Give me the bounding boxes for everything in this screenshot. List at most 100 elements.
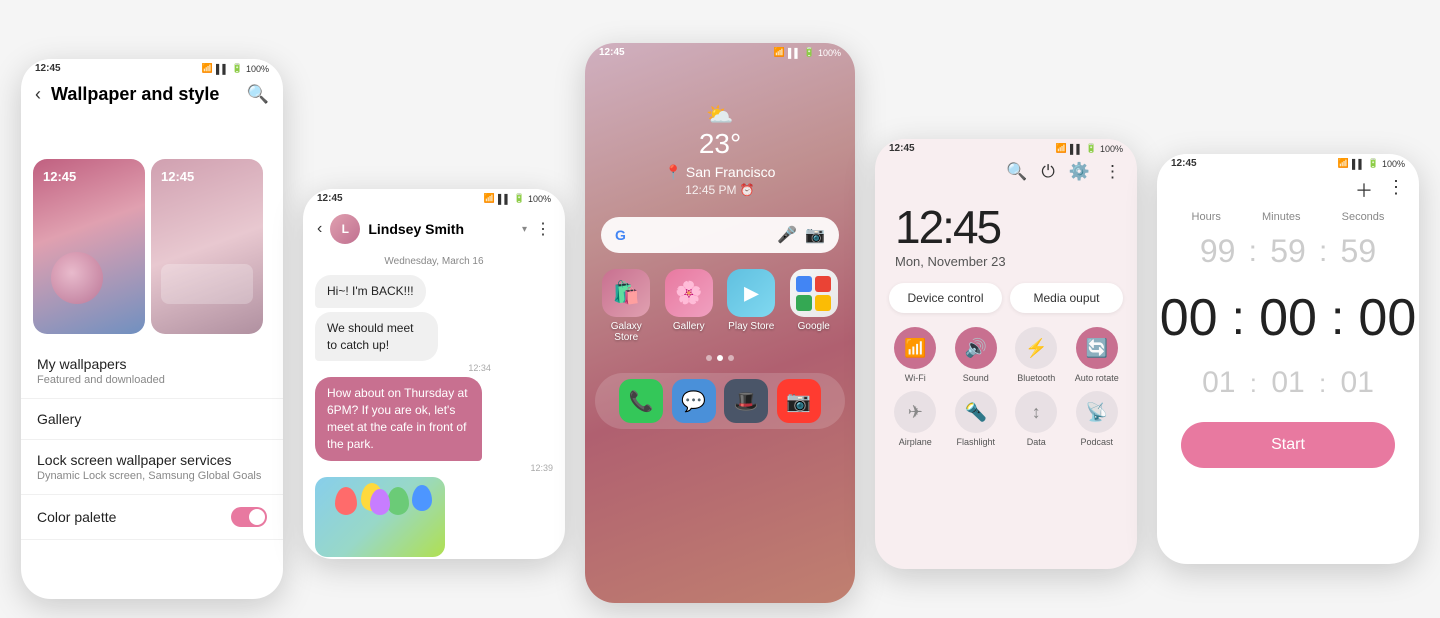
bubble-text-2: How about on Thursday at 6PM? If you are… [327, 386, 468, 450]
battery-text-4: 100% [1100, 144, 1123, 154]
dock-messages[interactable]: 💬 [672, 379, 716, 423]
dock-camera[interactable]: 📷 [777, 379, 821, 423]
app-grid: 🛍️ Galaxy Store 🌸 Gallery ▶ Play Store G… [585, 269, 855, 343]
timer-bottom-colon-2: : [1319, 368, 1326, 399]
app-play-store[interactable]: ▶ Play Store [724, 269, 779, 343]
wifi-icon-2: 📶 [484, 193, 495, 204]
battery-icon-2: 🔋 [514, 193, 525, 204]
qs-tile-podcast[interactable]: 📡 Podcast [1071, 391, 1124, 447]
dock-phone[interactable]: 📞 [619, 379, 663, 423]
more-options-button[interactable]: ⋮ [535, 219, 551, 239]
settings-qs-icon[interactable]: ⚙️ [1069, 162, 1090, 182]
contact-name: Lindsey Smith [368, 221, 514, 237]
thumb-time-1: 12:45 [43, 169, 76, 184]
back-button-1[interactable]: ‹ [35, 84, 41, 105]
wifi-icon-4: 📶 [1056, 143, 1067, 154]
search-bar[interactable]: G 🎤 📷 [601, 217, 839, 253]
thumb-bar [161, 264, 253, 304]
battery-icon-5: 🔋 [1368, 158, 1379, 169]
data-tile-label: Data [1027, 437, 1046, 447]
search-button-1[interactable]: 🔍 [247, 84, 269, 105]
search-qs-icon[interactable]: 🔍 [1006, 162, 1027, 182]
message-3 [303, 475, 565, 559]
timer-bottom-numbers: 01 : 01 : 01 [1157, 360, 1419, 406]
dock: 📞 💬 🎩 📷 [595, 373, 845, 429]
phone-messages: 12:45 📶 ▌▌ 🔋 100% ‹ L Lindsey Smith ▾ ⋮ … [303, 189, 565, 559]
more-qs-icon[interactable]: ⋮ [1104, 162, 1121, 182]
dock-slauncher[interactable]: 🎩 [724, 379, 768, 423]
menu-item-mywallpapers[interactable]: My wallpapers Featured and downloaded [21, 344, 283, 399]
qs-tile-autorotate[interactable]: 🔄 Auto rotate [1071, 327, 1124, 383]
bubble-1: We should meet to catch up! [315, 312, 438, 362]
timer-labels: Hours Minutes Seconds [1157, 207, 1419, 227]
color-palette-toggle[interactable] [231, 507, 267, 527]
more-timer-button[interactable]: ⋮ [1387, 177, 1405, 203]
google-tile-4 [815, 295, 831, 311]
wifi-icon: 📶 [202, 63, 213, 74]
menu-item-lockscreen[interactable]: Lock screen wallpaper services Dynamic L… [21, 440, 283, 495]
status-icons-5: 📶 ▌▌ 🔋 100% [1338, 158, 1405, 169]
menu-sub-2: Dynamic Lock screen, Samsung Global Goal… [37, 470, 267, 482]
battery-icon: 🔋 [232, 63, 243, 74]
dot-3 [728, 355, 734, 361]
weather-temp: 23° [585, 128, 855, 160]
timer-bottom-minutes: 01 [1263, 366, 1313, 400]
qs-tile-airplane[interactable]: ✈ Airplane [889, 391, 942, 447]
timer-main-seconds: 00 [1352, 288, 1419, 348]
status-bar-2: 12:45 📶 ▌▌ 🔋 100% [303, 189, 565, 208]
back-button-2[interactable]: ‹ [317, 220, 322, 238]
add-timer-button[interactable]: ＋ [1355, 177, 1373, 203]
chevron-down-icon: ▾ [522, 224, 527, 235]
airplane-tile-icon: ✈ [894, 391, 936, 433]
timer-main-hours: 00 [1157, 288, 1224, 348]
menu-sub-0: Featured and downloaded [37, 374, 267, 386]
power-qs-icon[interactable]: ⏻ [1041, 162, 1054, 182]
signal-icon-5: ▌▌ [1352, 159, 1365, 169]
timer-top-hours: 99 [1193, 233, 1243, 270]
media-output-button[interactable]: Media ouput [1010, 283, 1123, 313]
menu-item-row-3: Color palette [37, 507, 267, 527]
menu-item-gallery[interactable]: Gallery [21, 399, 283, 440]
timer-bottom-seconds: 01 [1332, 366, 1382, 400]
status-time-5: 12:45 [1171, 158, 1197, 169]
timer-colon-2: : [1319, 235, 1327, 269]
start-button[interactable]: Start [1181, 422, 1395, 468]
wallpaper-thumb-2[interactable]: 12:45 [151, 159, 263, 334]
clock-date: Mon, November 23 [895, 254, 1117, 269]
bluetooth-tile-label: Bluetooth [1017, 373, 1055, 383]
menu-item-colorpalette[interactable]: Color palette [21, 495, 283, 540]
flashlight-tile-icon: 🔦 [955, 391, 997, 433]
sound-tile-icon: 🔊 [955, 327, 997, 369]
qs-tile-data[interactable]: ↕ Data [1010, 391, 1063, 447]
hours-label: Hours [1192, 211, 1221, 223]
app-google[interactable]: Google [787, 269, 842, 343]
app-galaxy-store[interactable]: 🛍️ Galaxy Store [599, 269, 654, 343]
status-icons-4: 📶 ▌▌ 🔋 100% [1056, 143, 1123, 154]
timer-top-minutes: 59 [1263, 233, 1313, 270]
bubble-text-0: Hi~! I'm BACK!!! [327, 284, 414, 298]
thumb-time-2: 12:45 [161, 169, 194, 184]
bubble-0: Hi~! I'm BACK!!! [315, 275, 426, 308]
status-bar-1: 12:45 📶 ▌▌ 🔋 100% [21, 59, 283, 78]
messages-header: ‹ L Lindsey Smith ▾ ⋮ [303, 208, 565, 250]
clock-display: 12:45 Mon, November 23 [875, 190, 1137, 275]
microphone-icon[interactable]: 🎤 [777, 225, 797, 245]
battery-icon-3: 🔋 [804, 47, 815, 58]
phone-quicksettings: 12:45 📶 ▌▌ 🔋 100% 🔍 ⏻ ⚙️ ⋮ 12:45 Mon, No… [875, 139, 1137, 569]
qs-action-icons: 🔍 ⏻ ⚙️ ⋮ [875, 158, 1137, 190]
timer-main-numbers: 00 : 00 : 00 [1157, 276, 1419, 360]
qs-tile-wifi[interactable]: 📶 Wi-Fi [889, 327, 942, 383]
camera-lens-icon[interactable]: 📷 [805, 225, 825, 245]
app-gallery[interactable]: 🌸 Gallery [662, 269, 717, 343]
phone-homescreen: 12:45 📶 ▌▌ 🔋 100% ⛅ 23° 📍 San Francisco … [585, 43, 855, 603]
autorotate-tile-icon: 🔄 [1076, 327, 1118, 369]
qs-tile-flashlight[interactable]: 🔦 Flashlight [950, 391, 1003, 447]
qs-tile-bluetooth[interactable]: ⚡ Bluetooth [1010, 327, 1063, 383]
timer-top-numbers: 99 : 59 : 59 [1157, 227, 1419, 276]
google-icon [790, 269, 838, 317]
signal-icon: ▌▌ [216, 64, 229, 74]
qs-tile-sound[interactable]: 🔊 Sound [950, 327, 1003, 383]
wallpaper-thumb-1[interactable]: 12:45 [33, 159, 145, 334]
phone-wallpaper: 12:45 📶 ▌▌ 🔋 100% ‹ Wallpaper and style … [21, 59, 283, 599]
device-control-button[interactable]: Device control [889, 283, 1002, 313]
